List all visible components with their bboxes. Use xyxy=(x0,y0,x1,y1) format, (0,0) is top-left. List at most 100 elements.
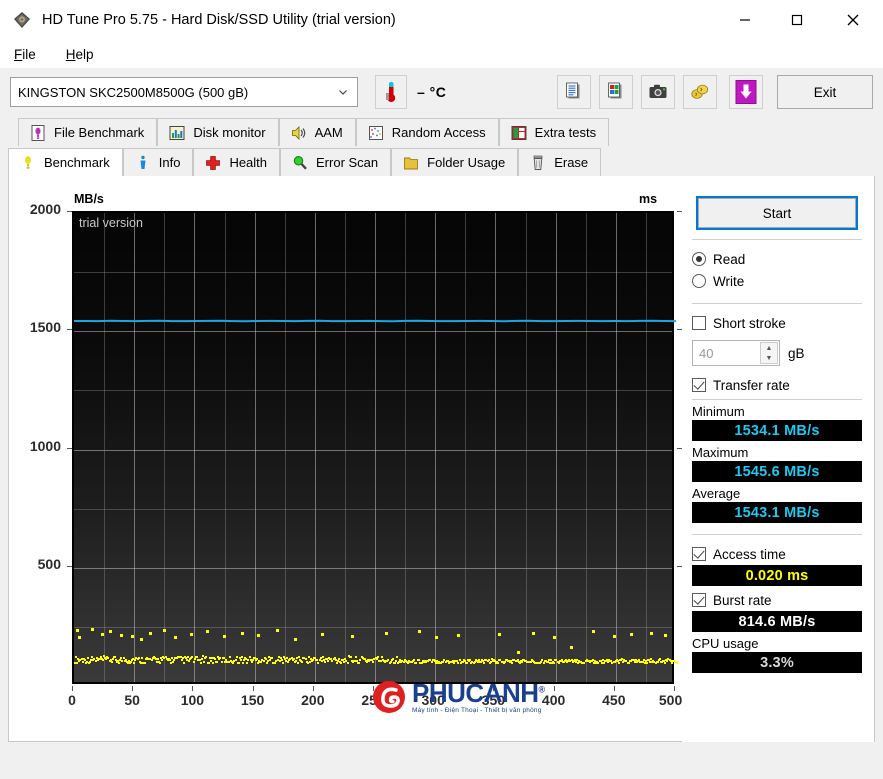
x-tick: 50 xyxy=(124,692,140,708)
stepper-down[interactable]: ▼ xyxy=(761,353,777,363)
short-stroke-value: 40 xyxy=(699,345,714,361)
cpu-usage-label: CPU usage xyxy=(692,636,759,651)
access-time-point xyxy=(358,661,361,664)
cpu-usage-value: 3.3% xyxy=(692,652,862,673)
radio-read[interactable]: Read xyxy=(690,248,864,270)
tab-extra-tests[interactable]: Extra tests xyxy=(498,118,610,146)
access-time-point xyxy=(240,656,243,659)
access-time-point xyxy=(670,662,673,665)
tab-random-access[interactable]: Random Access xyxy=(355,118,499,146)
access-time-point xyxy=(349,656,352,659)
minimize-button[interactable] xyxy=(719,0,771,40)
access-time-point xyxy=(133,661,136,664)
short-stroke-stepper[interactable]: ▲ ▼ xyxy=(760,342,778,364)
toolbar: KINGSTON SKC2500M8500G (500 gB) – °C Exi… xyxy=(0,68,883,116)
screenshot-button[interactable] xyxy=(641,75,675,109)
access-time-point xyxy=(503,661,506,664)
access-time-point xyxy=(161,659,164,662)
copy-image-button[interactable] xyxy=(599,75,633,109)
stepper-up[interactable]: ▲ xyxy=(761,343,777,353)
folder-icon xyxy=(404,157,419,169)
close-icon xyxy=(847,14,859,26)
access-time-point xyxy=(137,656,140,659)
access-time-point xyxy=(211,661,214,664)
maximum-value: 1545.6 MB/s xyxy=(692,461,862,482)
short-stroke-input[interactable]: 40 ▲ ▼ xyxy=(692,340,780,366)
access-time-point xyxy=(656,661,659,664)
access-time-outlier xyxy=(435,636,439,640)
access-time-point xyxy=(557,662,560,664)
tab-file-benchmark[interactable]: File Benchmark xyxy=(18,118,158,146)
access-time-point xyxy=(393,662,396,665)
x-tick: 100 xyxy=(180,692,205,708)
y-tick-left: 1000 xyxy=(29,437,61,454)
access-time-point xyxy=(150,658,153,661)
access-time-point xyxy=(298,655,300,658)
access-time-point xyxy=(511,662,514,665)
tab-disk-monitor[interactable]: Disk monitor xyxy=(157,118,279,146)
tab-row-top: File Benchmark Disk monitor AAM Random A… xyxy=(8,116,875,146)
file-benchmark-icon xyxy=(31,124,45,141)
menu-item-file[interactable]: File xyxy=(10,45,40,64)
access-time-point xyxy=(550,658,552,661)
window-controls xyxy=(719,0,883,40)
radio-write[interactable]: Write xyxy=(690,270,864,292)
tab-erase[interactable]: Erase xyxy=(518,148,602,176)
gold-coins-icon xyxy=(691,84,709,99)
checkbox-short-stroke[interactable]: Short stroke xyxy=(690,312,864,334)
access-time-point xyxy=(200,661,202,664)
access-time-point xyxy=(317,661,320,664)
tab-aam[interactable]: AAM xyxy=(278,118,356,146)
access-time-point xyxy=(275,660,278,663)
checkbox-transfer-rate[interactable]: Transfer rate xyxy=(690,374,864,396)
access-time-outlier xyxy=(163,629,167,633)
download-arrow-icon xyxy=(735,80,757,104)
close-button[interactable] xyxy=(823,0,883,40)
exit-button[interactable]: Exit xyxy=(777,75,873,109)
x-tick-mark xyxy=(613,686,615,691)
tab-error-scan[interactable]: Error Scan xyxy=(280,148,392,176)
access-time-point xyxy=(390,659,393,662)
access-time-point xyxy=(617,661,620,664)
tab-folder-usage[interactable]: Folder Usage xyxy=(391,148,519,176)
access-time-point xyxy=(229,655,232,658)
minimum-value: 1534.1 MB/s xyxy=(692,420,862,441)
menu-item-help[interactable]: Help xyxy=(62,45,98,64)
drive-select[interactable]: KINGSTON SKC2500M8500G (500 gB) xyxy=(10,77,358,107)
checkbox-burst-rate[interactable]: Burst rate xyxy=(690,589,864,611)
benchmark-bulb-icon xyxy=(25,155,31,169)
tab-info[interactable]: Info xyxy=(122,148,194,176)
access-time-point xyxy=(483,662,486,665)
access-time-outlier xyxy=(108,630,112,634)
access-time-outlier xyxy=(130,635,134,639)
x-tick-mark xyxy=(192,686,194,691)
access-time-point xyxy=(323,660,326,663)
access-time-point xyxy=(195,655,198,658)
access-time-point xyxy=(248,655,251,658)
access-time-point xyxy=(281,661,284,664)
x-tick: 200 xyxy=(301,692,325,708)
x-tick-mark xyxy=(433,686,435,691)
tab-health[interactable]: Health xyxy=(193,148,281,176)
tab-benchmark[interactable]: Benchmark xyxy=(8,148,123,176)
checkbox-access-time[interactable]: Access time xyxy=(690,543,864,565)
access-time-point xyxy=(246,661,249,664)
maximize-button[interactable] xyxy=(771,0,823,40)
x-tick-mark xyxy=(493,686,495,691)
access-time-outlier xyxy=(77,636,81,640)
access-time-outlier xyxy=(320,632,324,636)
access-time-outlier xyxy=(613,635,617,639)
access-time-outlier xyxy=(223,635,227,639)
speaker-icon xyxy=(291,125,305,140)
copy-text-button[interactable] xyxy=(557,75,591,109)
x-tick-mark xyxy=(312,686,314,691)
access-time-point xyxy=(159,662,162,664)
access-time-outlier xyxy=(531,631,535,635)
access-time-outlier xyxy=(76,629,80,633)
temperature-button[interactable] xyxy=(375,75,407,109)
short-stroke-unit: gB xyxy=(788,345,805,361)
start-button[interactable]: Start xyxy=(696,196,858,230)
options-button[interactable] xyxy=(683,75,717,109)
access-time-point xyxy=(168,658,171,661)
download-button[interactable] xyxy=(729,75,763,109)
